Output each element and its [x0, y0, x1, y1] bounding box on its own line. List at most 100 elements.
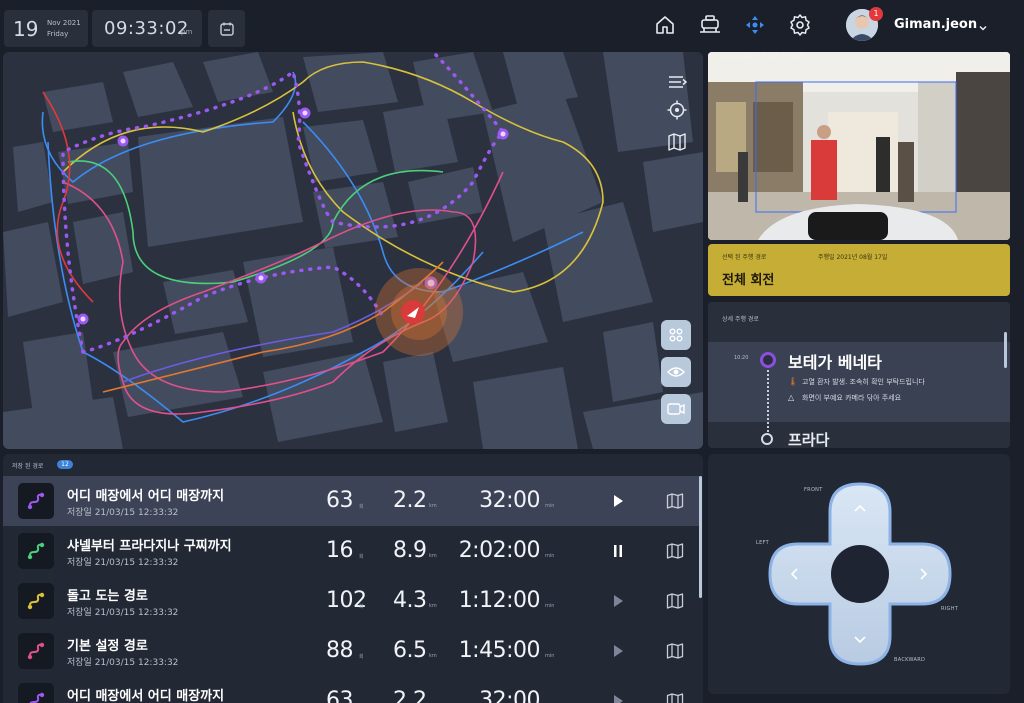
home-icon — [656, 16, 674, 34]
route-row[interactable]: 샤넬부터 프라다지나 구찌까지 저장일 21/03/15 12:33:32 16 회 8… — [3, 526, 700, 576]
route-saved-date: 저장일 21/03/15 12:33:32 — [67, 508, 179, 518]
current-stop-name[interactable]: 보테가 베네타 — [788, 349, 882, 373]
map-camera-button[interactable] — [661, 394, 691, 424]
grid-icon — [669, 328, 683, 342]
route-run-count-unit: 회 — [359, 504, 364, 510]
time-display: 09:33:02 pm — [92, 10, 202, 47]
map-view-button[interactable] — [665, 130, 689, 154]
user-menu-toggle[interactable] — [978, 18, 988, 37]
route-distance-unit: km — [429, 553, 437, 559]
route-distance: 4.3 — [393, 588, 427, 613]
notification-badge[interactable]: 1 — [869, 7, 883, 21]
play-button[interactable] — [609, 642, 627, 660]
play-button[interactable] — [609, 592, 627, 610]
joystick-pad[interactable] — [708, 454, 1010, 694]
route-saved-date: 저장일 21/03/15 12:33:32 — [67, 608, 179, 618]
direction-right-label: RIGHT — [941, 606, 959, 612]
time-ampm: pm — [181, 28, 193, 36]
list-icon — [669, 76, 687, 88]
route-distance: 2.2 — [393, 488, 427, 513]
saved-routes-panel: 저장 된 경로 12 어디 매장에서 어디 매장까지저장일 21/03/15 1… — [3, 454, 703, 703]
play-icon — [614, 695, 623, 703]
map-locate-button[interactable] — [665, 98, 689, 122]
route-detail-panel[interactable]: 상세 주행 경로 10:20 보테가 베네타 🌡 고열 환자 발생. 조속히 확인… — [708, 302, 1010, 448]
map-eye-button[interactable] — [661, 357, 691, 387]
route-duration: 32:00 — [479, 688, 540, 703]
navigation-button[interactable] — [742, 12, 768, 38]
play-icon — [614, 595, 623, 607]
chevron-right-icon[interactable] — [918, 566, 930, 582]
thermometer-icon: 🌡 — [788, 377, 799, 386]
route-row[interactable]: 돌고 도는 경로 저장일 21/03/15 12:33:32 102 회 4.3 km 1:… — [3, 576, 700, 626]
route-name: 어디 매장에서 어디 매장까지 — [67, 689, 225, 703]
home-button[interactable] — [652, 12, 678, 38]
note-camera-text: 화면이 부예요 카메라 닦아 주세요 — [802, 394, 902, 402]
route-distance-unit: km — [429, 603, 437, 609]
chevron-left-icon[interactable] — [788, 566, 800, 582]
route-duration: 1:45:00 — [458, 638, 541, 663]
saved-routes-count: 12 — [57, 460, 73, 469]
camera-feed[interactable]: 2021-08-23 10:37:05 — [708, 52, 1010, 240]
map-icon — [666, 543, 684, 559]
pause-icon — [614, 545, 622, 557]
route-thumbnail — [18, 583, 54, 619]
date-month-year: Nov 2021 — [47, 19, 81, 27]
calendar-button[interactable] — [208, 10, 245, 47]
settings-button[interactable] — [787, 12, 813, 38]
chevron-down-icon — [979, 25, 987, 31]
route-map-button[interactable] — [665, 491, 685, 511]
saved-routes-label: 저장 된 경로 — [12, 463, 44, 470]
route-row[interactable]: 기본 설정 경로 저장일 21/03/15 12:33:32 88 회 6.5 km 1:4… — [3, 626, 700, 676]
selected-route-card[interactable]: 선택 된 주행 경로 주행일 2021년 08월 17일 전체 회전 — [708, 244, 1010, 296]
note-fever-text: 고열 환자 발생. 조속히 확인 부탁드립니다 — [802, 378, 925, 386]
map-list-button[interactable] — [665, 70, 689, 94]
map-canvas[interactable] — [3, 52, 703, 449]
route-path-icon — [27, 492, 45, 510]
next-stop-name[interactable]: 프라다 — [788, 429, 829, 448]
route-name: 어디 매장에서 어디 매장까지 — [67, 489, 225, 504]
route-run-count: 63 — [326, 488, 354, 513]
robot-button[interactable] — [697, 12, 723, 38]
warning-icon: △ — [788, 393, 795, 402]
selected-route-label: 선택 된 주행 경로 — [722, 254, 767, 261]
current-stop-time: 10:20 — [734, 355, 749, 361]
route-row[interactable]: 어디 매장에서 어디 매장까지저장일 21/03/15 12:33:32 63 회 2… — [3, 476, 700, 526]
route-row[interactable]: 어디 매장에서 어디 매장까지63회2.2km32:00min — [3, 676, 700, 703]
route-duration-unit: min — [545, 603, 555, 609]
route-map-button[interactable] — [665, 641, 685, 661]
user-name[interactable]: Giman.jeon — [894, 17, 977, 32]
top-bar: 19 Nov 2021 Friday 09:33:02 pm 1 Giman.j… — [0, 0, 1024, 52]
selected-route-date: 주행일 2021년 08월 17일 — [818, 254, 888, 261]
map-panel[interactable] — [3, 52, 703, 449]
route-thumbnail — [18, 483, 54, 519]
route-map-button[interactable] — [665, 541, 685, 561]
direction-front-label: FRONT — [804, 487, 823, 493]
route-map-button[interactable] — [665, 691, 685, 703]
robot-icon — [700, 15, 720, 33]
chevron-up-icon[interactable] — [852, 502, 868, 514]
route-path-icon — [27, 592, 45, 610]
note-camera: △ 화면이 부예요 카메라 닦아 주세요 — [788, 393, 901, 403]
route-run-count: 63 — [326, 688, 354, 703]
play-button[interactable] — [609, 692, 627, 703]
play-icon — [614, 645, 623, 657]
play-icon — [614, 495, 623, 507]
route-run-count-unit: 회 — [359, 554, 364, 560]
map-grid-button[interactable] — [661, 320, 691, 350]
route-run-count: 88 — [326, 638, 354, 663]
pause-button[interactable] — [609, 542, 627, 560]
map-icon — [668, 133, 686, 151]
play-button[interactable] — [609, 492, 627, 510]
route-name: 샤넬부터 프라다지나 구찌까지 — [67, 539, 232, 554]
chevron-down-icon[interactable] — [852, 634, 868, 646]
route-duration: 2:02:00 — [458, 538, 541, 563]
map-icon — [666, 593, 684, 609]
saved-routes-scrollbar[interactable] — [699, 476, 702, 598]
route-detail-scrollbar[interactable] — [1004, 332, 1007, 368]
route-saved-date: 저장일 21/03/15 12:33:32 — [67, 658, 179, 668]
route-map-button[interactable] — [665, 591, 685, 611]
eye-icon — [667, 367, 685, 377]
route-run-count: 16 — [326, 538, 354, 563]
route-thumbnail — [18, 683, 54, 703]
route-duration: 32:00 — [479, 488, 540, 513]
